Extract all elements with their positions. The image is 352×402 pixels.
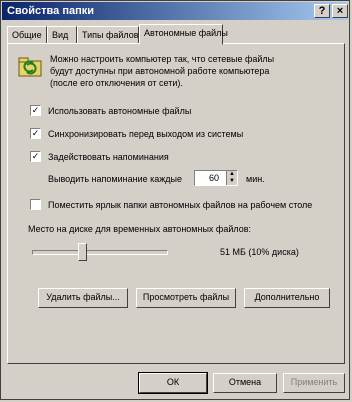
reminder-interval-spinner[interactable]: 60 ▲ ▼ bbox=[194, 170, 238, 186]
folder-options-dialog: Свойства папки ? × Общие Вид Типы файлов… bbox=[0, 0, 350, 400]
window-title: Свойства папки bbox=[7, 5, 95, 17]
disk-space-label: Место на диске для временных автономных … bbox=[28, 224, 251, 234]
tab-file-types[interactable]: Типы файлов bbox=[77, 26, 139, 44]
disk-space-slider-track[interactable] bbox=[32, 250, 168, 255]
tab-offline-files[interactable]: Автономные файлы bbox=[139, 24, 228, 45]
tab-view[interactable]: Вид bbox=[47, 26, 77, 44]
spin-down-icon[interactable]: ▼ bbox=[226, 178, 237, 185]
desktop-shortcut-checkbox[interactable] bbox=[30, 199, 41, 210]
description-line-1: Можно настроить компьютер так, что сетев… bbox=[50, 54, 275, 64]
description-line-2: будут доступны при автономной работе ком… bbox=[50, 66, 270, 76]
spin-up-icon[interactable]: ▲ bbox=[226, 171, 237, 178]
title-bar[interactable]: Свойства папки ? × bbox=[2, 2, 348, 20]
description-line-3: (после его отключения от сети). bbox=[50, 78, 183, 88]
help-button[interactable]: ? bbox=[314, 4, 330, 18]
cancel-button[interactable]: Отмена bbox=[213, 373, 277, 393]
desktop-shortcut-label[interactable]: Поместить ярлык папки автономных файлов … bbox=[48, 200, 312, 210]
offline-folder-icon bbox=[18, 57, 42, 77]
reminder-unit-label: мин. bbox=[246, 174, 265, 184]
reminder-interval-label: Выводить напоминание каждые bbox=[48, 174, 182, 184]
view-files-button[interactable]: Просмотреть файлы bbox=[136, 288, 236, 308]
tab-general[interactable]: Общие bbox=[7, 26, 47, 44]
ok-button[interactable]: ОК bbox=[138, 372, 208, 394]
advanced-button[interactable]: Дополнительно bbox=[244, 288, 330, 308]
apply-button[interactable]: Применить bbox=[283, 373, 345, 393]
reminder-interval-value[interactable]: 60 bbox=[209, 173, 219, 183]
disk-space-slider-thumb[interactable] bbox=[78, 243, 87, 261]
tab-panel-offline-files: Можно настроить компьютер так, что сетев… bbox=[7, 43, 345, 364]
sync-on-logoff-checkbox[interactable]: ✓ bbox=[30, 128, 41, 139]
delete-files-button[interactable]: Удалить файлы... bbox=[38, 288, 128, 308]
disk-space-value: 51 МБ (10% диска) bbox=[220, 247, 299, 257]
close-button[interactable]: × bbox=[332, 4, 348, 18]
enable-reminders-checkbox[interactable]: ✓ bbox=[30, 151, 41, 162]
use-offline-label[interactable]: Использовать автономные файлы bbox=[48, 106, 191, 116]
use-offline-checkbox[interactable]: ✓ bbox=[30, 105, 41, 116]
sync-on-logoff-label[interactable]: Синхронизировать перед выходом из систем… bbox=[48, 129, 243, 139]
enable-reminders-label[interactable]: Задействовать напоминания bbox=[48, 152, 169, 162]
